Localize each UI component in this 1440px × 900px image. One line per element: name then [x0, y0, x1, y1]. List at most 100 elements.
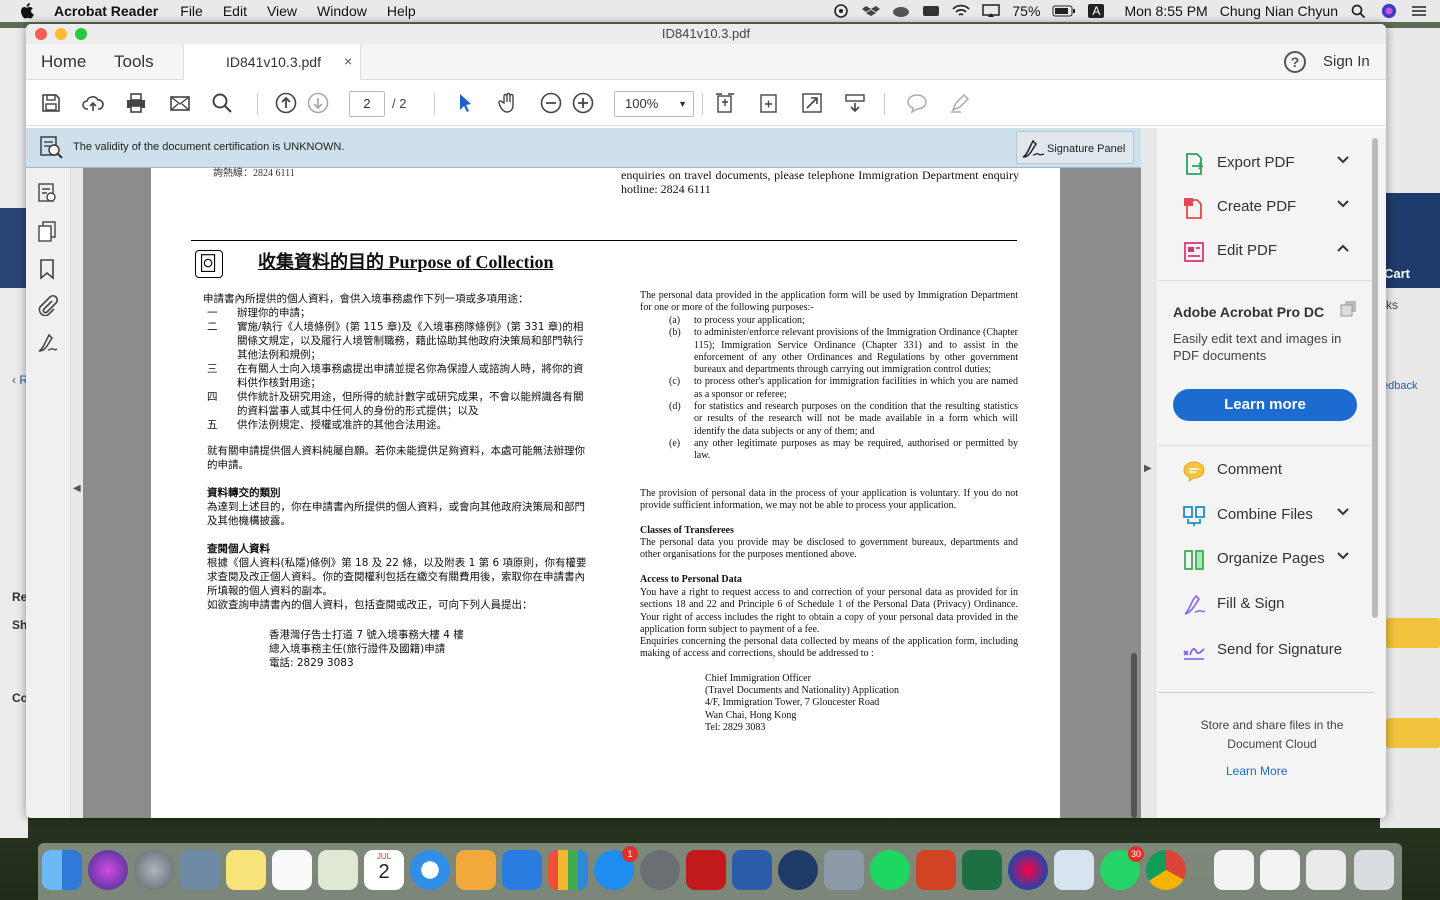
scrollbar-thumb[interactable] [1131, 653, 1137, 818]
menu-help[interactable]: Help [387, 3, 416, 19]
minimize-window-button[interactable] [55, 28, 67, 40]
chevron-down-icon[interactable] [1336, 505, 1350, 519]
previous-page-icon[interactable] [275, 92, 297, 114]
tool-send-for-signature[interactable]: Send for Signature [1156, 635, 1378, 665]
learn-more-link[interactable]: Learn More [1226, 764, 1287, 778]
dock-document-icon[interactable] [1214, 850, 1254, 890]
upload-cloud-icon[interactable] [82, 92, 104, 114]
print-icon[interactable] [125, 92, 147, 114]
spotlight-icon[interactable] [1350, 4, 1368, 18]
close-tab-icon[interactable]: × [344, 53, 352, 69]
menu-edit[interactable]: Edit [223, 3, 247, 19]
menu-window[interactable]: Window [317, 3, 367, 19]
notes-icon[interactable] [226, 850, 266, 890]
tab-home[interactable]: Home [41, 52, 86, 72]
launchpad-icon[interactable] [134, 850, 174, 890]
airplay-icon[interactable] [982, 4, 1001, 18]
save-icon[interactable] [40, 92, 62, 114]
dock-document-icon[interactable] [1260, 850, 1300, 890]
siri-dock-icon[interactable] [88, 850, 128, 890]
word-icon[interactable] [732, 850, 772, 890]
excel-icon[interactable] [962, 850, 1002, 890]
chevron-down-icon[interactable] [1336, 153, 1350, 167]
left-panel-toggle[interactable]: ◀ [71, 128, 83, 818]
menu-file[interactable]: File [180, 3, 203, 19]
signature-panel-button[interactable]: Signature Panel [1016, 131, 1134, 164]
certificate-icon[interactable] [36, 182, 58, 204]
zoom-window-button[interactable] [75, 28, 87, 40]
b-app-icon[interactable] [778, 850, 818, 890]
learn-more-button[interactable]: Learn more [1173, 389, 1357, 421]
apple-icon[interactable] [20, 3, 34, 19]
vpn-icon[interactable] [1054, 850, 1094, 890]
comment-icon[interactable] [906, 92, 928, 114]
creative-cloud-icon[interactable] [892, 4, 910, 18]
status-app-icon[interactable] [832, 4, 850, 18]
davinci-icon[interactable] [1008, 850, 1048, 890]
zoom-level-select[interactable]: 100% ▼ [614, 91, 694, 117]
chrome-icon[interactable] [1146, 850, 1186, 890]
tool-fill-sign[interactable]: Fill & Sign [1156, 589, 1378, 619]
search-icon[interactable] [211, 92, 233, 114]
acrobat-dock-icon[interactable] [686, 850, 726, 890]
notification-icon[interactable] [922, 4, 940, 18]
dropbox-icon[interactable] [862, 4, 881, 18]
clock[interactable]: Mon 8:55 PM [1124, 3, 1207, 19]
reminders-icon[interactable] [272, 850, 312, 890]
chevron-down-icon[interactable] [1336, 197, 1350, 211]
tool-edit-pdf[interactable]: Edit PDF [1156, 236, 1378, 266]
tool-combine-files[interactable]: Combine Files [1156, 500, 1378, 530]
whatsapp-icon[interactable]: 30 [1100, 846, 1144, 890]
attachment-icon[interactable] [36, 294, 59, 317]
keynote-icon[interactable] [502, 850, 542, 890]
photo-app-icon[interactable] [180, 850, 220, 890]
document-scrollbar[interactable] [1130, 158, 1138, 818]
dock-document-icon[interactable] [1306, 850, 1346, 890]
input-source[interactable]: A [1088, 4, 1105, 18]
chevron-down-icon[interactable] [1336, 549, 1350, 563]
right-panel-toggle[interactable]: ▶ [1141, 128, 1155, 818]
powerpoint-icon[interactable] [916, 850, 956, 890]
rotate-view-icon[interactable] [758, 92, 780, 114]
wifi-icon[interactable] [952, 4, 971, 18]
trash-icon[interactable] [1354, 850, 1394, 890]
system-preferences-icon[interactable] [640, 850, 680, 890]
user-name[interactable]: Chung Nian Chyun [1220, 3, 1338, 19]
select-cursor-icon[interactable] [454, 92, 476, 114]
help-icon[interactable]: ? [1284, 51, 1306, 73]
chevron-up-icon[interactable] [1336, 241, 1350, 255]
tab-tools[interactable]: Tools [114, 52, 154, 72]
bookmark-icon[interactable] [36, 258, 58, 280]
app-menu[interactable]: Acrobat Reader [54, 3, 158, 19]
sign-in-button[interactable]: Sign In [1323, 53, 1370, 70]
finder-icon[interactable] [42, 850, 82, 890]
hand-tool-icon[interactable] [497, 92, 519, 114]
scrolling-mode-icon[interactable] [844, 92, 866, 114]
close-window-button[interactable] [35, 28, 47, 40]
siri-icon[interactable] [1380, 3, 1398, 19]
pages-icon[interactable] [456, 850, 496, 890]
fit-page-icon[interactable] [714, 92, 736, 114]
tool-create-pdf[interactable]: Create PDF [1156, 192, 1378, 222]
tool-export-pdf[interactable]: Export PDF [1156, 148, 1378, 178]
next-page-icon[interactable] [307, 92, 329, 114]
safari-icon[interactable] [410, 850, 450, 890]
spotify-icon[interactable] [870, 850, 910, 890]
tools-pane-scrollbar[interactable] [1372, 138, 1378, 618]
signatures-icon[interactable] [36, 332, 58, 354]
tool-organize-pages[interactable]: Organize Pages [1156, 544, 1378, 574]
page-number-input[interactable]: 2 [349, 91, 385, 117]
tool-comment[interactable]: Comment [1156, 455, 1378, 485]
app-store-icon[interactable]: 1 [594, 846, 638, 890]
notification-center-icon[interactable] [1410, 4, 1428, 18]
maps-icon[interactable] [318, 850, 358, 890]
email-icon[interactable] [169, 92, 191, 114]
full-screen-icon[interactable] [801, 92, 823, 114]
document-tab[interactable]: ID841v10.3.pdf × [183, 44, 361, 80]
numbers-icon[interactable] [548, 850, 588, 890]
preview-icon[interactable] [824, 850, 864, 890]
menu-view[interactable]: View [267, 3, 297, 19]
zoom-out-icon[interactable] [540, 92, 562, 114]
battery-icon[interactable] [1052, 4, 1076, 18]
page-thumbnails-icon[interactable] [36, 220, 58, 242]
